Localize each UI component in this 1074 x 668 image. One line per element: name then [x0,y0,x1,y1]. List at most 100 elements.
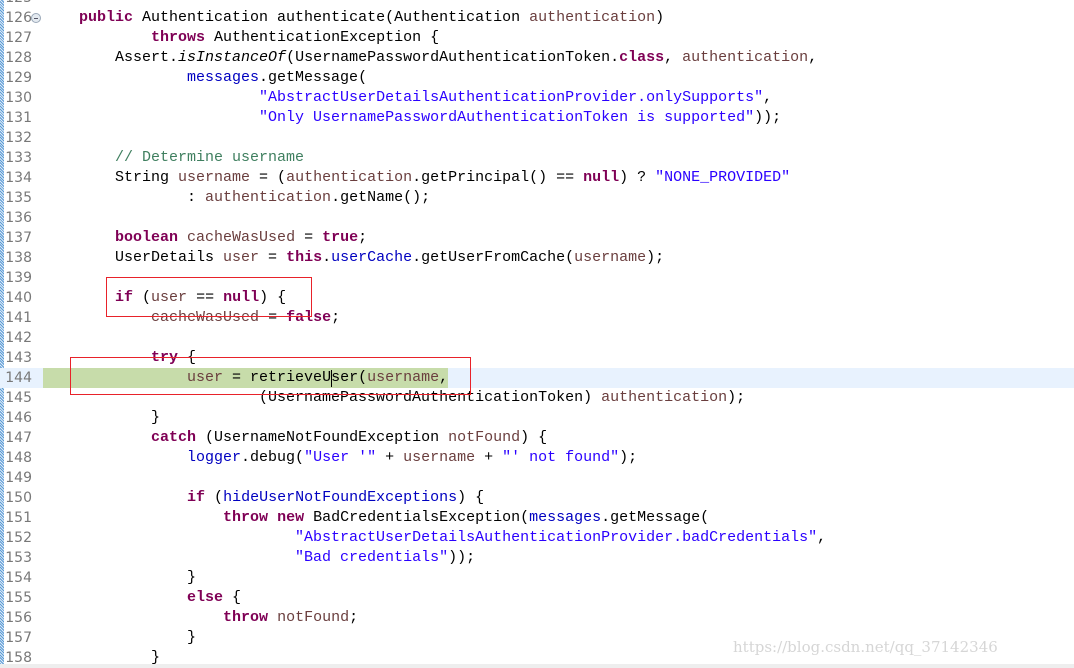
code-token: (UsernamePasswordAuthenticationToken. [286,49,620,66]
code-token: .getName(); [331,189,431,206]
code-token: ( [205,489,224,506]
code-line[interactable]: 134 String username = (authentication.ge… [0,168,1074,188]
code-token: logger [187,449,242,466]
code-line[interactable]: 146 } [0,408,1074,428]
code-text: Assert.isInstanceOf(UsernamePasswordAuth… [43,48,817,68]
fold-collapse-icon[interactable] [31,13,41,23]
code-token: String [43,169,179,186]
code-line[interactable]: 138 UserDetails user = this.userCache.ge… [0,248,1074,268]
code-token: null [583,169,620,186]
code-text: "Only UsernamePasswordAuthenticationToke… [43,108,781,128]
code-line[interactable]: 149 [0,468,1074,488]
code-text: } [43,568,196,588]
code-token: cacheWasUsed [187,229,296,246]
code-token: } [43,569,197,586]
code-token: username [403,449,476,466]
line-number: 141 [5,310,32,326]
code-token: .getUserFromCache( [412,249,575,266]
code-token: new [277,509,305,526]
code-token: "Bad credentials" [295,549,449,566]
code-line[interactable]: 135 : authentication.getName(); [0,188,1074,208]
code-line[interactable]: 127 throws AuthenticationException { [0,28,1074,48]
code-text: boolean cacheWasUsed = true; [43,228,367,248]
line-number: 139 [5,270,32,286]
code-line[interactable]: 126 public Authentication authenticate(A… [0,8,1074,28]
code-line[interactable]: 136 [0,208,1074,228]
line-number: 156 [5,610,32,626]
code-line[interactable]: 153 "Bad credentials")); [0,548,1074,568]
code-line[interactable]: 131 "Only UsernamePasswordAuthentication… [0,108,1074,128]
code-line[interactable]: 150 if (hideUserNotFoundExceptions) { [0,488,1074,508]
code-token: messages [529,509,602,526]
line-number: 148 [5,450,32,466]
annotation-box-retrieve-user [70,357,471,395]
code-text: public Authentication authenticate(Authe… [43,8,664,28]
code-line[interactable]: 155 else { [0,588,1074,608]
watermark: https://blog.csdn.net/qq_37142346 [733,638,998,656]
code-token: catch [151,429,197,446]
code-line[interactable]: 128 Assert.isInstanceOf(UsernamePassword… [0,48,1074,68]
line-number: 153 [5,550,32,566]
code-token: ) { [520,429,548,446]
code-token: .getMessage( [601,509,710,526]
code-line[interactable]: 125 [0,0,1074,8]
line-number: 130 [5,90,32,106]
code-token: boolean [115,229,179,246]
horizontal-scrollbar[interactable] [0,664,1074,668]
line-number: 146 [5,410,32,426]
code-token: userCache [331,249,413,266]
code-line[interactable]: 142 [0,328,1074,348]
code-token: if [187,489,206,506]
code-token: "AbstractUserDetailsAuthenticationProvid… [295,529,818,546]
line-number: 150 [5,490,32,506]
code-line[interactable]: 152 "AbstractUserDetailsAuthenticationPr… [0,528,1074,548]
code-line[interactable]: 133 // Determine username [0,148,1074,168]
code-token: // Determine username [115,149,305,166]
line-number: 145 [5,390,32,406]
code-token: (UsernameNotFoundException [196,429,449,446]
code-token: isInstanceOf [178,49,287,66]
code-line[interactable]: 151 throw new BadCredentialsException(me… [0,508,1074,528]
code-token: BadCredentialsException( [304,509,530,526]
code-token: } [43,409,161,426]
code-line[interactable]: 137 boolean cacheWasUsed = true; [0,228,1074,248]
code-text: throws AuthenticationException { [43,28,439,48]
line-number: 129 [5,70,32,86]
code-line[interactable]: 130 "AbstractUserDetailsAuthenticationPr… [0,88,1074,108]
line-number: 136 [5,210,32,226]
line-number: 155 [5,590,32,606]
code-line[interactable]: 147 catch (UsernameNotFoundException not… [0,428,1074,448]
code-token: else [187,589,224,606]
line-number: 147 [5,430,32,446]
code-token: ; [331,309,341,326]
code-token: ); [646,249,665,266]
code-text: else { [43,588,241,608]
code-token: ) ? [619,169,656,186]
line-number: 144 [5,370,32,386]
code-token: messages [187,69,260,86]
code-line[interactable]: 156 throw notFound; [0,608,1074,628]
code-line[interactable]: 129 messages.getMessage( [0,68,1074,88]
code-line[interactable]: 154 } [0,568,1074,588]
code-text: throw notFound; [43,608,358,628]
code-line[interactable]: 148 logger.debug("User '" + username + "… [0,448,1074,468]
code-editor[interactable]: 125126 public Authentication authenticat… [0,0,1074,668]
code-line[interactable]: 132 [0,128,1074,148]
code-text: "AbstractUserDetailsAuthenticationProvid… [43,88,772,108]
line-number: 137 [5,230,32,246]
code-token: . [322,249,332,266]
code-token: "' not found" [502,449,620,466]
code-token: { [223,589,242,606]
